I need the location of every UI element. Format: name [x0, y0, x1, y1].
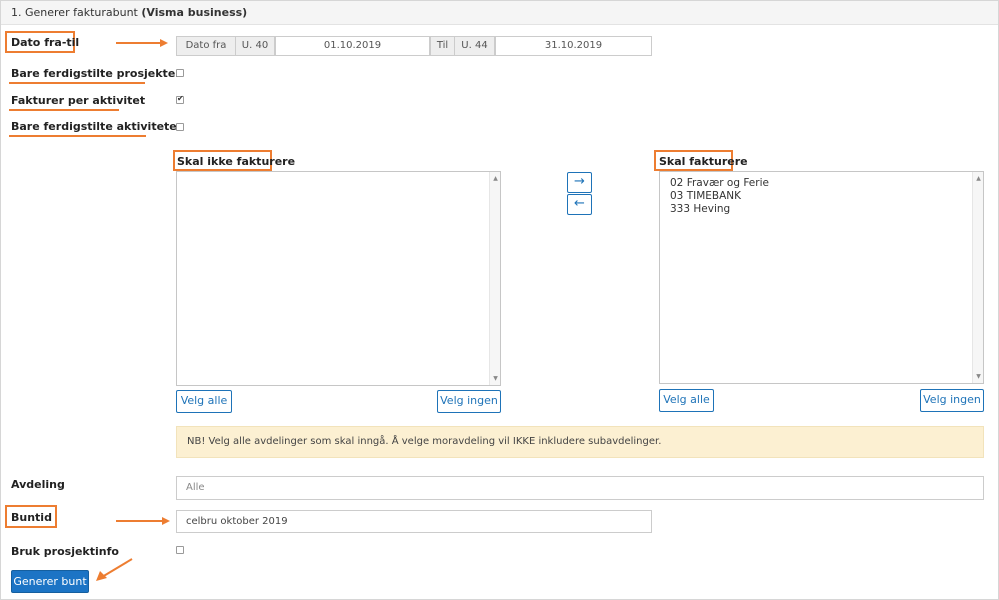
scroll-down-icon[interactable]: ▼ [973, 373, 984, 380]
date-from-input[interactable]: 01.10.2019 [275, 36, 430, 56]
generer-bunt-button[interactable]: Generer bunt [11, 570, 89, 593]
right-list-scrollbar[interactable]: ▲ ▼ [972, 172, 983, 383]
listbox-skal-fakturere[interactable]: 02 Fravær og Ferie 03 TIMEBANK 333 Hevin… [659, 171, 984, 384]
buntid-input[interactable]: celbru oktober 2019 [176, 510, 652, 533]
left-velg-alle-button[interactable]: Velg alle [176, 390, 232, 413]
annotation-underline-prosjekter [9, 82, 145, 84]
date-to-label: Til [430, 36, 455, 56]
right-velg-alle-button[interactable]: Velg alle [659, 389, 714, 412]
annotation-arrow-generer [96, 558, 133, 581]
label-bare-aktiviteter: Bare ferdigstilte aktiviteter [11, 120, 183, 133]
scroll-up-icon[interactable]: ▲ [490, 175, 501, 182]
arrow-left-icon: ← [574, 196, 585, 211]
date-to-input[interactable]: 31.10.2019 [495, 36, 652, 56]
label-buntid: Buntid [11, 511, 52, 524]
annotation-underline-aktivitet [9, 109, 119, 111]
label-bare-prosjekter: Bare ferdigstilte prosjekter [11, 67, 181, 80]
panel-header: 1. Generer fakturabunt (Visma business) [1, 1, 998, 25]
header-title: 1. Generer fakturabunt [11, 6, 138, 19]
date-to-week: U. 44 [455, 36, 495, 56]
checkbox-bare-aktiviteter[interactable] [176, 123, 184, 131]
label-avdeling: Avdeling [11, 478, 65, 491]
list-item[interactable]: 02 Fravær og Ferie [670, 177, 769, 190]
checkbox-bare-prosjekter[interactable] [176, 69, 184, 77]
label-dato: Dato fra-til [11, 36, 80, 49]
move-left-button[interactable]: ← [567, 194, 592, 215]
left-list-scrollbar[interactable]: ▲ ▼ [489, 172, 500, 385]
date-from-label: Dato fra [176, 36, 236, 56]
checkbox-prosjektinfo[interactable] [176, 546, 184, 554]
annotation-underline-aktiviteter [9, 135, 146, 137]
left-velg-ingen-button[interactable]: Velg ingen [437, 390, 501, 413]
listbox-skal-ikke-fakturere[interactable]: ▲ ▼ [176, 171, 501, 386]
right-list-title: Skal fakturere [659, 155, 748, 168]
scroll-down-icon[interactable]: ▼ [490, 375, 501, 382]
move-right-button[interactable]: → [567, 172, 592, 193]
annotation-arrow-buntid [116, 517, 170, 525]
avdeling-input[interactable]: Alle [176, 476, 984, 500]
right-list-items: 02 Fravær og Ferie 03 TIMEBANK 333 Hevin… [670, 177, 769, 216]
right-velg-ingen-button[interactable]: Velg ingen [920, 389, 984, 412]
header-system: (Visma business) [141, 6, 248, 19]
label-per-aktivitet: Fakturer per aktivitet [11, 94, 146, 107]
annotation-arrow-dato [116, 39, 168, 47]
left-list-title: Skal ikke fakturere [177, 155, 296, 168]
date-from-week: U. 40 [236, 36, 275, 56]
list-item[interactable]: 333 Heving [670, 203, 769, 216]
scroll-up-icon[interactable]: ▲ [973, 175, 984, 182]
arrow-right-icon: → [574, 174, 585, 189]
notice-banner: NB! Velg alle avdelinger som skal inngå.… [176, 426, 984, 458]
checkbox-per-aktivitet[interactable] [176, 94, 184, 104]
list-item[interactable]: 03 TIMEBANK [670, 190, 769, 203]
